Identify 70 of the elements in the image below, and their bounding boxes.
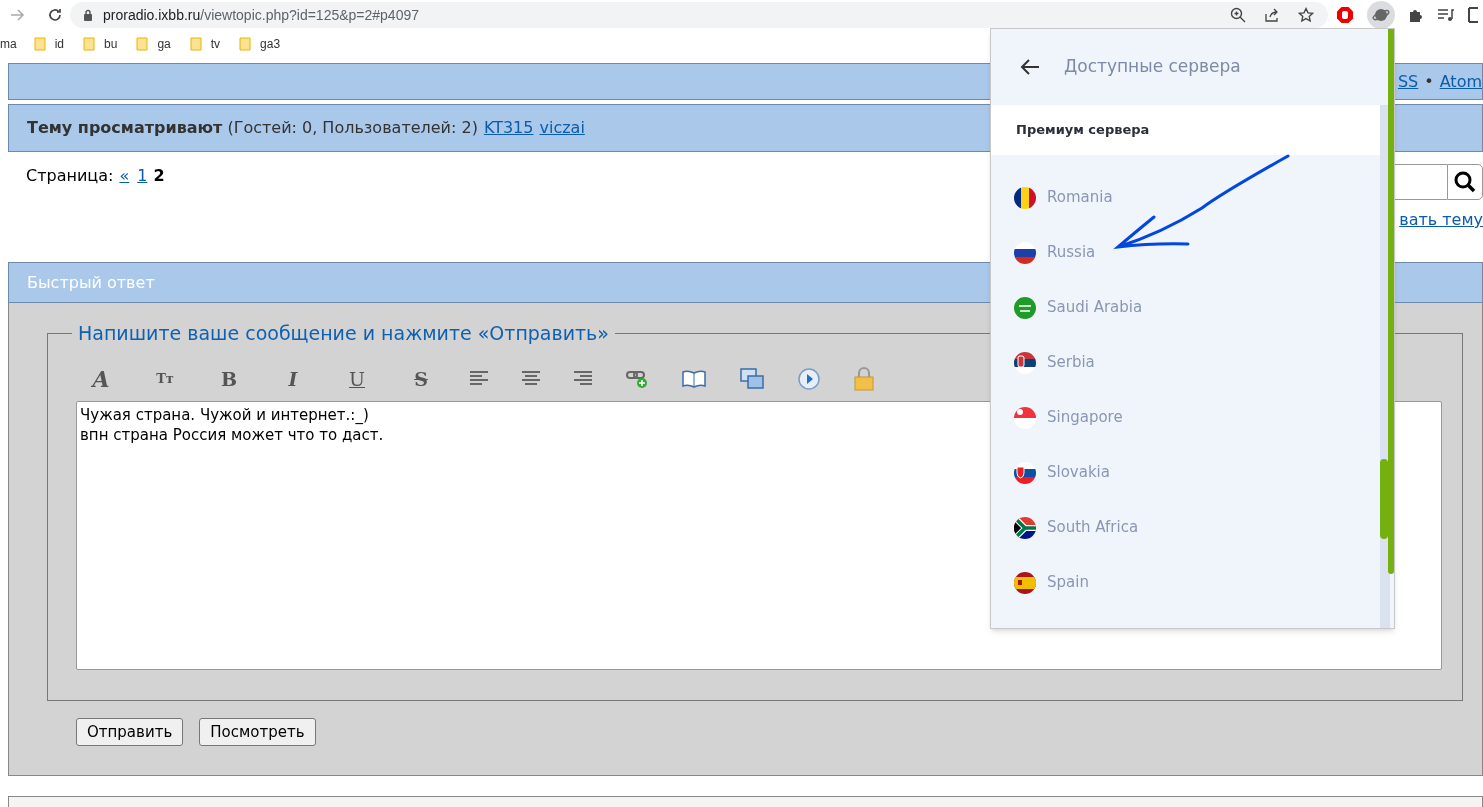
folder-icon <box>189 37 202 51</box>
flag-icon <box>1013 570 1037 595</box>
pagination-label: Страница: <box>26 165 114 187</box>
flag-icon <box>1013 350 1037 375</box>
reload-icon[interactable] <box>47 7 63 23</box>
fieldset-legend: Напишите ваше сообщение и нажмите «Отправить» <box>72 321 615 345</box>
sidebar-icon[interactable] <box>1468 7 1478 23</box>
server-item[interactable]: Slovakia <box>991 445 1371 500</box>
user-link[interactable]: KT315 <box>483 116 534 140</box>
align-left-icon[interactable] <box>470 371 488 387</box>
media-list-icon[interactable] <box>1437 7 1455 23</box>
bookmark-folder[interactable]: ga <box>136 35 171 53</box>
flag-icon <box>1013 185 1037 210</box>
lock-icon <box>83 9 93 21</box>
font-size-button[interactable]: Tт <box>150 367 180 391</box>
bookmark-folder[interactable]: bu <box>83 35 118 53</box>
prev-page-link[interactable]: « <box>119 164 130 188</box>
bookmark[interactable]: ma <box>0 35 17 53</box>
scrollbar-thumb[interactable] <box>1380 459 1388 539</box>
form-button[interactable]: Отправить <box>76 718 184 746</box>
play-icon[interactable] <box>798 368 820 390</box>
flag-icon <box>1013 240 1037 265</box>
italic-button[interactable]: I <box>278 367 308 391</box>
current-page: 2 <box>153 165 165 187</box>
new-topic-link[interactable]: вать тему <box>1399 208 1483 232</box>
popup-title: Доступные сервера <box>1064 55 1241 79</box>
address-bar[interactable]: proradio.ixbb.ru/viewtopic.php?id=125&p=2#p4097 <box>70 2 1328 28</box>
separator-dot: • <box>1424 70 1434 93</box>
flag-icon <box>1013 460 1037 485</box>
flag-icon <box>1013 405 1037 430</box>
search-button[interactable] <box>1447 164 1483 200</box>
bold-button[interactable]: B <box>214 367 244 391</box>
viewers-counts: (Гостей: 0, Пользователей: 2) <box>227 117 478 139</box>
page-link[interactable]: 1 <box>137 164 148 188</box>
bookmark-folder[interactable]: id <box>33 35 64 53</box>
font-color-button[interactable]: A <box>86 367 116 391</box>
bookmark-folder[interactable]: tv <box>189 35 221 53</box>
star-icon[interactable] <box>1298 7 1314 23</box>
server-item[interactable]: Romania <box>991 170 1371 225</box>
share-icon[interactable] <box>1264 7 1280 23</box>
folder-icon <box>33 37 46 51</box>
server-item[interactable]: Serbia <box>991 335 1371 390</box>
section-header: Премиум сервера <box>991 105 1381 155</box>
zoom-icon[interactable] <box>1230 7 1246 23</box>
vpn-extension-button[interactable] <box>1367 1 1395 29</box>
bookmark-folder[interactable]: ga3 <box>239 35 281 53</box>
folder-icon <box>239 37 252 51</box>
viewers-title: Тему просматривают <box>27 117 223 139</box>
url-text: proradio.ixbb.ru/viewtopic.php?id=125&p=2#p4097 <box>103 5 420 25</box>
folder-icon <box>83 37 95 51</box>
user-link[interactable]: viczai <box>539 116 585 140</box>
flag-icon <box>1013 295 1037 320</box>
back-arrow-icon[interactable] <box>1020 58 1040 76</box>
underline-button[interactable]: U <box>342 367 372 391</box>
atom-link[interactable]: Atom <box>1439 69 1482 94</box>
rss-link[interactable]: SS <box>1397 69 1419 94</box>
flag-icon <box>1013 515 1037 540</box>
folder-icon <box>136 37 149 51</box>
align-right-icon[interactable] <box>574 371 592 387</box>
server-item[interactable]: South Africa <box>991 500 1371 555</box>
book-icon[interactable] <box>682 370 706 388</box>
windows-icon[interactable] <box>740 368 764 390</box>
puzzle-icon[interactable] <box>1408 7 1424 23</box>
strikethrough-button[interactable]: S <box>406 367 436 391</box>
planet-icon <box>1372 6 1390 24</box>
chain-link-icon[interactable] <box>626 369 648 389</box>
server-item[interactable]: Spain <box>991 555 1371 610</box>
align-center-icon[interactable] <box>522 371 540 387</box>
form-button[interactable]: Посмотреть <box>199 718 316 746</box>
search-icon <box>1454 171 1476 193</box>
